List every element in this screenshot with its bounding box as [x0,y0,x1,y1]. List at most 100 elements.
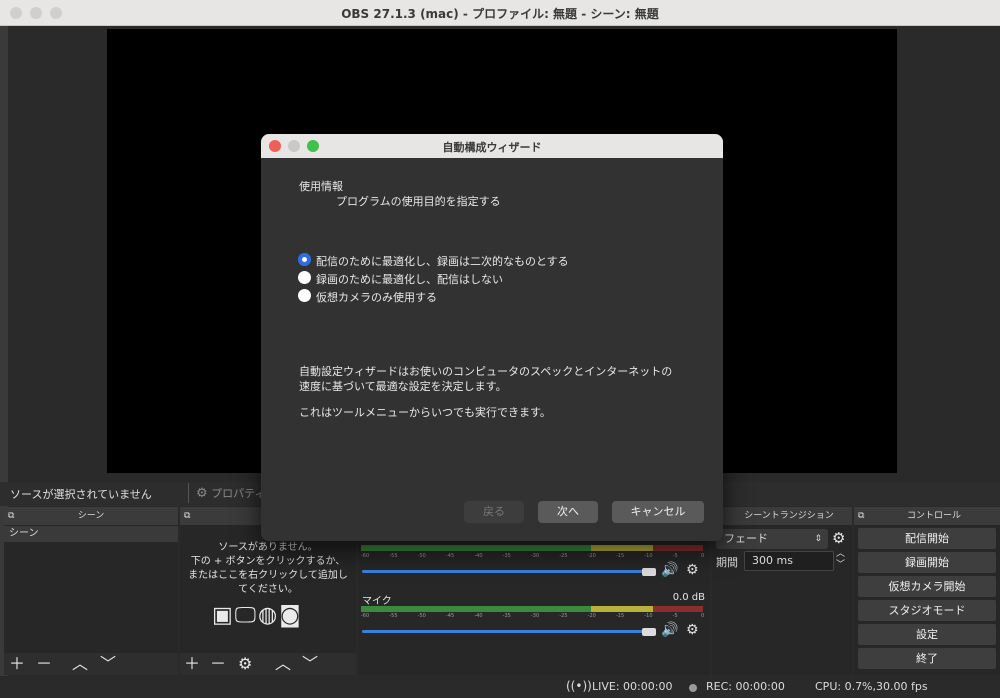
volume-slider-handle[interactable] [642,628,656,636]
empty-line-2: 下の + ボタンをクリックするか、 [190,556,346,567]
start-streaming-button[interactable]: 配信開始 [858,528,996,549]
radio-selected[interactable] [298,253,311,266]
gear-icon[interactable]: ⚙ [686,562,699,578]
transitions-dock-header: ⧉ シーントランジション [712,507,852,525]
info-text-line-1: 自動設定ウィザードはお使いのコンピュータのスペックとインターネットの [299,365,673,378]
settings-button[interactable]: 設定 [858,624,996,645]
radio-unselected[interactable] [298,271,311,284]
empty-line-4: てください。 [238,584,298,595]
controls-dock-title: コントロール [906,511,961,521]
gear-icon[interactable]: ⚙ [686,622,699,638]
empty-line-1: ソースがありません。 [218,542,318,553]
meter-tick-label: -50 [417,553,426,559]
undock-icon[interactable]: ⧉ [8,507,14,525]
meter-tick-label: -25 [559,553,568,559]
meter-tick-label: -5 [672,613,678,619]
move-up-icon[interactable]: ︿ [72,656,88,672]
volume-slider[interactable] [362,630,652,633]
studio-mode-button[interactable]: スタジオモード [858,600,996,621]
transition-select[interactable]: フェード ⇕ [716,529,828,549]
controls-dock-header: ⧉ コントロール [854,507,1000,525]
status-bar: ((•)) LIVE: 00:00:00 REC: 00:00:00 CPU: … [0,676,1000,698]
audio-meter-warning [591,545,653,551]
window-title: OBS 27.1.3 (mac) - プロファイル: 無題 - シーン: 無題 [341,7,659,21]
record-indicator-icon [689,684,697,692]
no-source-selected-label: ソースが選択されていません [10,488,152,501]
exit-button[interactable]: 終了 [858,648,996,669]
globe-icon: ◍ [258,603,280,628]
camera-icon: ◙ [279,603,303,628]
duration-label: 期間 [716,556,738,569]
info-text-line-3: これはツールメニューからいつでも実行できます。 [299,406,551,419]
undock-icon[interactable]: ⧉ [184,507,190,525]
volume-slider-handle[interactable] [642,568,656,576]
meter-tick-label: -30 [531,553,540,559]
scenes-dock-title: シーン [77,511,105,521]
undock-icon[interactable]: ⧉ [858,507,864,525]
gear-icon[interactable]: ⚙ [238,656,252,672]
source-type-icons: ▣🖵◍◙ [212,603,303,628]
remove-scene-icon[interactable]: － [36,656,52,672]
meter-tick-label: -20 [587,553,596,559]
scenes-dock: ⧉ シーン シーン ＋ － ︿ ﹀ [4,507,178,675]
add-source-icon[interactable]: ＋ [184,656,200,672]
gear-icon[interactable]: ⚙ [832,529,845,547]
option-label: 配信のために最適化し、録画は二次的なものとする [316,255,569,268]
image-icon: ▣ [212,603,235,628]
start-virtual-camera-button[interactable]: 仮想カメラ開始 [858,576,996,597]
mic-channel-name: マイク [362,596,392,607]
meter-tick-label: 0 [701,553,705,559]
duration-stepper[interactable]: ︿ ﹀ [836,549,845,571]
cpu-fps-readout: CPU: 0.7%,30.00 fps [815,680,928,693]
transition-select-value: フェード [724,532,768,545]
meter-tick-label: -20 [587,613,596,619]
meter-tick-label: -15 [616,613,625,619]
scenes-dock-header: ⧉ シーン [4,507,178,525]
auto-config-wizard-dialog: 自動構成ウィザード 使用情報 プログラムの使用目的を指定する 配信のために最適化… [261,134,723,541]
transitions-dock: ⧉ シーントランジション フェード ⇕ ⚙ 期間 300 ms ︿﹀ [712,507,852,675]
meter-tick-label: -35 [502,613,511,619]
chevron-updown-icon: ⇕ [814,534,822,544]
speaker-icon[interactable]: 🔊 [661,562,678,578]
move-up-icon[interactable]: ︿ [275,656,291,672]
cancel-button[interactable]: キャンセル [612,501,704,523]
transitions-dock-title: シーントランジション [744,511,834,521]
sources-empty-message[interactable]: ソースがありません。 下の + ボタンをクリックするか、 またはここを右クリック… [180,541,356,597]
back-button[interactable]: 戻る [464,501,524,523]
info-text-line-2: 速度に基づいて最適な設定を決定します。 [299,380,507,393]
meter-tick-label: -5 [672,553,678,559]
speaker-icon[interactable]: 🔊 [661,622,678,638]
meter-tick-label: -30 [531,613,540,619]
broadcast-icon: ((•)) [566,679,592,693]
meter-tick-label: -45 [446,553,455,559]
move-down-icon[interactable]: ﹀ [302,656,318,672]
properties-label: プロパティ [211,487,266,500]
audio-meter-peak [653,606,703,612]
window-titlebar: OBS 27.1.3 (mac) - プロファイル: 無題 - シーン: 無題 [0,0,1000,26]
dialog-titlebar: 自動構成ウィザード [261,134,723,158]
live-timer: LIVE: 00:00:00 [592,680,673,693]
radio-unselected[interactable] [298,289,311,302]
remove-source-icon[interactable]: － [210,656,226,672]
meter-tick-label: -10 [644,613,653,619]
start-recording-button[interactable]: 録画開始 [858,552,996,573]
next-button[interactable]: 次へ [538,501,598,523]
audio-meter [361,545,591,551]
scene-list-item[interactable]: シーン [4,526,178,542]
monitor-icon: 🖵 [234,603,259,628]
dialog-title: 自動構成ウィザード [442,141,542,154]
volume-slider[interactable] [362,570,652,573]
option-label: 仮想カメラのみ使用する [316,291,437,304]
move-down-icon[interactable]: ﹀ [100,656,116,672]
section-heading: 使用情報 [299,180,343,193]
properties-button[interactable]: ⚙ プロパティ [196,485,266,501]
add-scene-icon[interactable]: ＋ [9,656,25,672]
duration-input[interactable]: 300 ms [744,551,834,571]
audio-meter [361,606,591,612]
meter-tick-label: -15 [616,553,625,559]
sources-toolbar: ＋ － ⚙ ︿ ﹀ [180,653,356,675]
rec-timer: REC: 00:00:00 [706,680,785,693]
meter-tick-label: -35 [502,553,511,559]
meter-tick-label: -55 [389,613,398,619]
meter-tick-label: -45 [446,613,455,619]
